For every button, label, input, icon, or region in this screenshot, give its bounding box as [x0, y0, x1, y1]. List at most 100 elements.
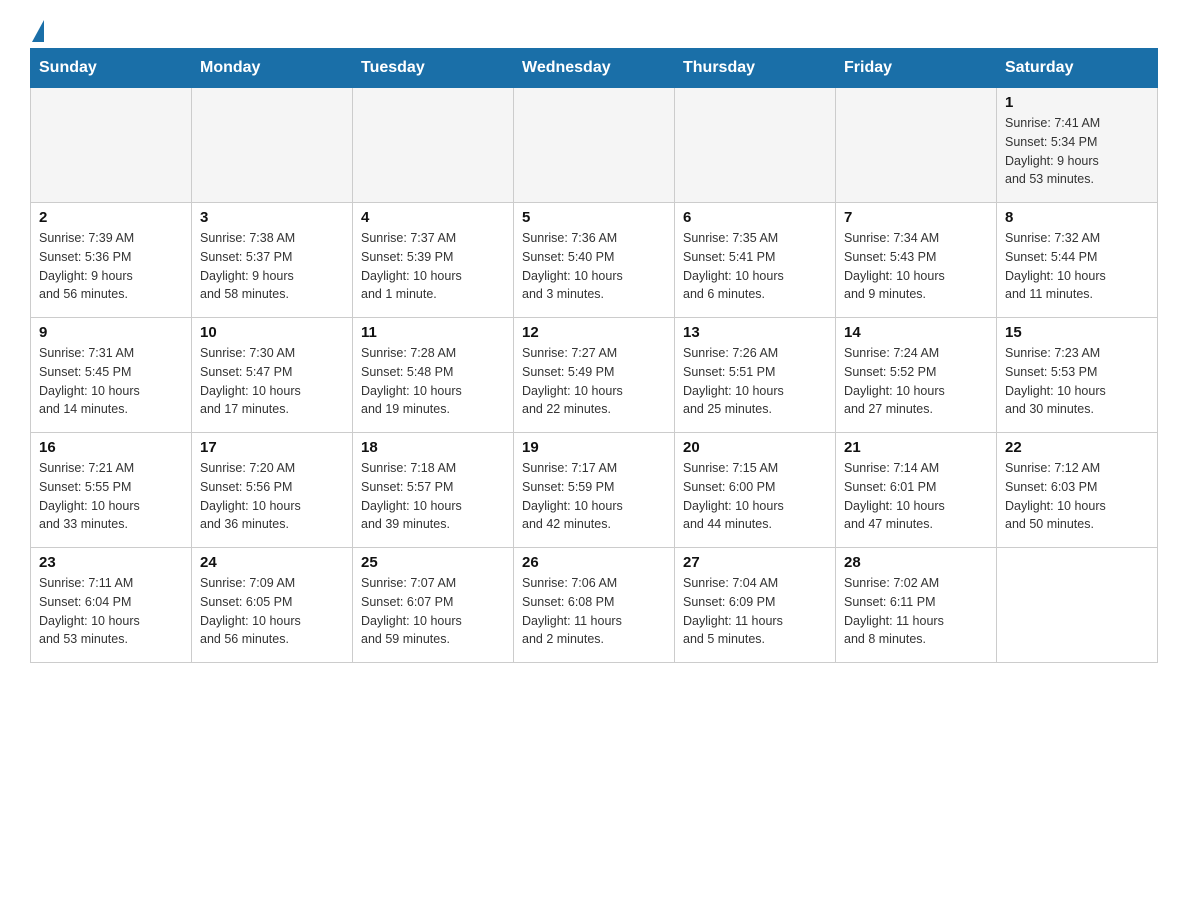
day-number: 28: [844, 554, 988, 571]
calendar-day-cell: 28 Sunrise: 7:02 AMSunset: 6:11 PMDayligh…: [836, 548, 997, 663]
calendar-day-cell: 15 Sunrise: 7:23 AMSunset: 5:53 PMDayligh…: [997, 318, 1158, 433]
day-number: 10: [200, 324, 344, 341]
day-info: Sunrise: 7:34 AMSunset: 5:43 PMDaylight:…: [844, 229, 988, 304]
calendar-day-cell: 7 Sunrise: 7:34 AMSunset: 5:43 PMDaylight…: [836, 203, 997, 318]
calendar-week-row: 1 Sunrise: 7:41 AMSunset: 5:34 PMDaylight…: [31, 88, 1158, 203]
calendar-day-cell: 11 Sunrise: 7:28 AMSunset: 5:48 PMDayligh…: [353, 318, 514, 433]
day-of-week-header: Tuesday: [353, 49, 514, 88]
day-of-week-header: Saturday: [997, 49, 1158, 88]
day-number: 25: [361, 554, 505, 571]
calendar-day-cell: 18 Sunrise: 7:18 AMSunset: 5:57 PMDayligh…: [353, 433, 514, 548]
calendar-day-cell: 26 Sunrise: 7:06 AMSunset: 6:08 PMDayligh…: [514, 548, 675, 663]
day-number: 3: [200, 209, 344, 226]
day-number: 11: [361, 324, 505, 341]
day-number: 22: [1005, 439, 1149, 456]
calendar-day-cell: 19 Sunrise: 7:17 AMSunset: 5:59 PMDayligh…: [514, 433, 675, 548]
calendar-header-row: SundayMondayTuesdayWednesdayThursdayFrid…: [31, 49, 1158, 88]
day-info: Sunrise: 7:35 AMSunset: 5:41 PMDaylight:…: [683, 229, 827, 304]
day-number: 23: [39, 554, 183, 571]
calendar-day-cell: 24 Sunrise: 7:09 AMSunset: 6:05 PMDayligh…: [192, 548, 353, 663]
calendar-week-row: 2 Sunrise: 7:39 AMSunset: 5:36 PMDaylight…: [31, 203, 1158, 318]
day-info: Sunrise: 7:20 AMSunset: 5:56 PMDaylight:…: [200, 459, 344, 534]
day-info: Sunrise: 7:41 AMSunset: 5:34 PMDaylight:…: [1005, 114, 1149, 189]
calendar-day-cell: 12 Sunrise: 7:27 AMSunset: 5:49 PMDayligh…: [514, 318, 675, 433]
calendar-day-cell: 8 Sunrise: 7:32 AMSunset: 5:44 PMDaylight…: [997, 203, 1158, 318]
day-of-week-header: Friday: [836, 49, 997, 88]
calendar-day-cell: 4 Sunrise: 7:37 AMSunset: 5:39 PMDaylight…: [353, 203, 514, 318]
calendar-day-cell: 2 Sunrise: 7:39 AMSunset: 5:36 PMDaylight…: [31, 203, 192, 318]
day-number: 20: [683, 439, 827, 456]
day-info: Sunrise: 7:02 AMSunset: 6:11 PMDaylight:…: [844, 574, 988, 649]
day-number: 13: [683, 324, 827, 341]
calendar-day-cell: 1 Sunrise: 7:41 AMSunset: 5:34 PMDaylight…: [997, 88, 1158, 203]
day-of-week-header: Sunday: [31, 49, 192, 88]
day-info: Sunrise: 7:14 AMSunset: 6:01 PMDaylight:…: [844, 459, 988, 534]
calendar-day-cell: [836, 88, 997, 203]
calendar-day-cell: 21 Sunrise: 7:14 AMSunset: 6:01 PMDayligh…: [836, 433, 997, 548]
day-info: Sunrise: 7:09 AMSunset: 6:05 PMDaylight:…: [200, 574, 344, 649]
calendar-day-cell: 17 Sunrise: 7:20 AMSunset: 5:56 PMDayligh…: [192, 433, 353, 548]
calendar-day-cell: 22 Sunrise: 7:12 AMSunset: 6:03 PMDayligh…: [997, 433, 1158, 548]
day-number: 24: [200, 554, 344, 571]
calendar-week-row: 9 Sunrise: 7:31 AMSunset: 5:45 PMDaylight…: [31, 318, 1158, 433]
day-info: Sunrise: 7:04 AMSunset: 6:09 PMDaylight:…: [683, 574, 827, 649]
page-header: [30, 20, 1158, 38]
day-number: 19: [522, 439, 666, 456]
calendar-day-cell: 14 Sunrise: 7:24 AMSunset: 5:52 PMDayligh…: [836, 318, 997, 433]
day-of-week-header: Wednesday: [514, 49, 675, 88]
calendar-day-cell: [675, 88, 836, 203]
day-info: Sunrise: 7:31 AMSunset: 5:45 PMDaylight:…: [39, 344, 183, 419]
calendar-day-cell: 13 Sunrise: 7:26 AMSunset: 5:51 PMDayligh…: [675, 318, 836, 433]
logo: [30, 20, 44, 38]
day-of-week-header: Thursday: [675, 49, 836, 88]
day-info: Sunrise: 7:17 AMSunset: 5:59 PMDaylight:…: [522, 459, 666, 534]
calendar-day-cell: 6 Sunrise: 7:35 AMSunset: 5:41 PMDaylight…: [675, 203, 836, 318]
day-of-week-header: Monday: [192, 49, 353, 88]
day-number: 18: [361, 439, 505, 456]
day-info: Sunrise: 7:38 AMSunset: 5:37 PMDaylight:…: [200, 229, 344, 304]
calendar-day-cell: 9 Sunrise: 7:31 AMSunset: 5:45 PMDaylight…: [31, 318, 192, 433]
calendar-day-cell: 10 Sunrise: 7:30 AMSunset: 5:47 PMDayligh…: [192, 318, 353, 433]
calendar-day-cell: 27Sunrise: 7:04 AMSunset: 6:09 PMDayligh…: [675, 548, 836, 663]
day-number: 26: [522, 554, 666, 571]
day-info: Sunrise: 7:39 AMSunset: 5:36 PMDaylight:…: [39, 229, 183, 304]
calendar-week-row: 16Sunrise: 7:21 AMSunset: 5:55 PMDayligh…: [31, 433, 1158, 548]
day-info: Sunrise: 7:27 AMSunset: 5:49 PMDaylight:…: [522, 344, 666, 419]
day-info: Sunrise: 7:37 AMSunset: 5:39 PMDaylight:…: [361, 229, 505, 304]
day-number: 2: [39, 209, 183, 226]
day-number: 12: [522, 324, 666, 341]
day-info: Sunrise: 7:23 AMSunset: 5:53 PMDaylight:…: [1005, 344, 1149, 419]
day-info: Sunrise: 7:18 AMSunset: 5:57 PMDaylight:…: [361, 459, 505, 534]
day-number: 21: [844, 439, 988, 456]
day-info: Sunrise: 7:32 AMSunset: 5:44 PMDaylight:…: [1005, 229, 1149, 304]
day-number: 16: [39, 439, 183, 456]
day-info: Sunrise: 7:28 AMSunset: 5:48 PMDaylight:…: [361, 344, 505, 419]
calendar-day-cell: [353, 88, 514, 203]
day-number: 6: [683, 209, 827, 226]
day-info: Sunrise: 7:12 AMSunset: 6:03 PMDaylight:…: [1005, 459, 1149, 534]
calendar-day-cell: 5 Sunrise: 7:36 AMSunset: 5:40 PMDaylight…: [514, 203, 675, 318]
calendar-day-cell: 23Sunrise: 7:11 AMSunset: 6:04 PMDayligh…: [31, 548, 192, 663]
calendar-week-row: 23Sunrise: 7:11 AMSunset: 6:04 PMDayligh…: [31, 548, 1158, 663]
logo-triangle-icon: [32, 20, 44, 42]
day-info: Sunrise: 7:24 AMSunset: 5:52 PMDaylight:…: [844, 344, 988, 419]
calendar-day-cell: 3 Sunrise: 7:38 AMSunset: 5:37 PMDaylight…: [192, 203, 353, 318]
calendar-day-cell: 20Sunrise: 7:15 AMSunset: 6:00 PMDayligh…: [675, 433, 836, 548]
day-number: 15: [1005, 324, 1149, 341]
calendar-day-cell: [31, 88, 192, 203]
calendar-table: SundayMondayTuesdayWednesdayThursdayFrid…: [30, 48, 1158, 663]
day-number: 8: [1005, 209, 1149, 226]
calendar-day-cell: 16Sunrise: 7:21 AMSunset: 5:55 PMDayligh…: [31, 433, 192, 548]
day-number: 7: [844, 209, 988, 226]
day-number: 5: [522, 209, 666, 226]
day-number: 1: [1005, 94, 1149, 111]
day-number: 4: [361, 209, 505, 226]
day-number: 17: [200, 439, 344, 456]
day-info: Sunrise: 7:36 AMSunset: 5:40 PMDaylight:…: [522, 229, 666, 304]
day-info: Sunrise: 7:06 AMSunset: 6:08 PMDaylight:…: [522, 574, 666, 649]
day-number: 9: [39, 324, 183, 341]
day-number: 14: [844, 324, 988, 341]
day-info: Sunrise: 7:30 AMSunset: 5:47 PMDaylight:…: [200, 344, 344, 419]
calendar-day-cell: [997, 548, 1158, 663]
day-info: Sunrise: 7:26 AMSunset: 5:51 PMDaylight:…: [683, 344, 827, 419]
